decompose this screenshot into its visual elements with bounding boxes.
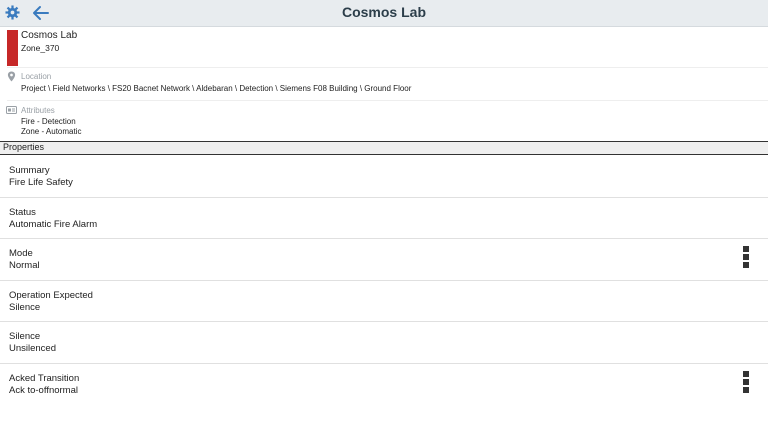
property-row[interactable]: Mode Normal	[0, 239, 768, 281]
property-value: Automatic Fire Alarm	[9, 218, 98, 230]
property-value: Fire Life Safety	[9, 177, 73, 188]
property-label: Acked Transition	[9, 372, 80, 384]
properties-list: Summary Fire Life Safety Status Automatic F…	[0, 156, 768, 405]
property-value: Silence	[9, 301, 41, 313]
menu-dot	[743, 254, 749, 260]
divider	[7, 100, 768, 101]
property-row[interactable]: Summary Fire Life Safety	[0, 156, 768, 198]
attributes-label: Attributes	[21, 106, 55, 115]
property-value: Normal	[9, 260, 40, 271]
property-row[interactable]: Status Automatic Fire Alarm	[0, 198, 768, 239]
location-pin-icon	[7, 71, 16, 82]
attribute-item: Zone - Automatic	[21, 127, 82, 136]
location-path: Project \ Field Networks \ FS20 Bacnet N…	[21, 84, 412, 93]
object-name: Cosmos Lab	[21, 30, 78, 41]
property-row[interactable]: Silence Unsilenced	[0, 322, 768, 364]
menu-dot	[743, 262, 749, 268]
page-title: Cosmos Lab	[341, 4, 426, 20]
menu-dot	[743, 386, 749, 393]
property-label: Status	[9, 206, 36, 218]
property-label: Summary	[9, 165, 50, 176]
menu-dot	[743, 378, 749, 385]
object-info: Cosmos Lab Zone_370 Location Project \ F…	[0, 27, 768, 141]
menu-dot	[743, 246, 749, 252]
property-row[interactable]: Operation Expected Silence	[0, 281, 768, 322]
object-color-swatch	[7, 30, 18, 66]
property-label: Silence	[9, 331, 41, 342]
property-value: Unsilenced	[9, 343, 56, 354]
object-id: Zone_370	[21, 43, 60, 53]
kebab-menu-icon[interactable]	[743, 246, 750, 272]
attribute-item: Fire - Detection	[21, 117, 76, 126]
property-value: Ack to-offnormal	[9, 384, 78, 396]
property-row[interactable]: Acked Transition Ack to-offnormal	[0, 364, 768, 406]
kebab-menu-icon[interactable]	[743, 370, 750, 397]
menu-dot	[743, 370, 749, 377]
tag-icon	[6, 106, 17, 114]
properties-header: Properties	[0, 141, 768, 155]
property-label: Operation Expected	[9, 289, 93, 301]
app-header: Cosmos Lab	[0, 0, 768, 27]
properties-header-label: Properties	[3, 142, 45, 152]
location-label: Location	[21, 72, 52, 81]
property-label: Mode	[9, 248, 33, 259]
divider	[7, 67, 768, 68]
